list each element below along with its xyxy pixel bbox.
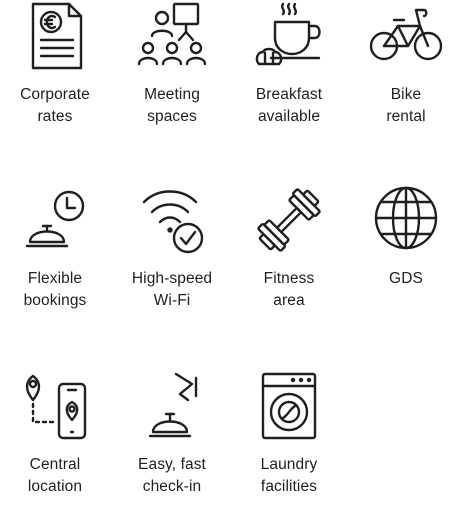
- central-location-icon: [19, 370, 91, 442]
- amenity-label: Bike rental: [386, 86, 426, 125]
- amenity-label: Laundry facilities: [260, 456, 318, 495]
- amenity-flexible-bookings: Flexible bookings: [0, 184, 111, 316]
- bike-icon: [369, 0, 443, 72]
- meeting-spaces-icon: [136, 0, 208, 72]
- fitness-icon: [253, 184, 325, 256]
- amenity-bike-rental: Bike rental: [350, 0, 462, 132]
- amenity-fitness: Fitness area: [233, 184, 345, 316]
- amenity-check-in: Easy, fast check-in: [116, 370, 228, 502]
- amenity-label: Corporate rates: [20, 86, 90, 125]
- amenity-gds: GDS: [350, 184, 462, 316]
- amenity-central-location: Central location: [0, 370, 111, 502]
- amenity-label: Breakfast available: [255, 86, 323, 125]
- corporate-rates-icon: [19, 0, 91, 72]
- amenity-label: Flexible bookings: [23, 270, 87, 309]
- amenity-corporate-rates: Corporate rates: [0, 0, 111, 132]
- amenity-wifi: High-speed Wi-Fi: [116, 184, 228, 316]
- check-in-bell-icon: [136, 370, 208, 442]
- gds-globe-icon: [370, 184, 442, 256]
- amenity-breakfast: Breakfast available: [233, 0, 345, 132]
- wifi-icon: [136, 184, 208, 256]
- flexible-bookings-icon: [19, 184, 91, 256]
- amenity-label: Easy, fast check-in: [138, 456, 206, 495]
- amenity-laundry: Laundry facilities: [233, 370, 345, 502]
- amenities-grid: Corporate rates Meeting spaces Breakfast…: [0, 0, 465, 515]
- amenity-label: High-speed Wi-Fi: [131, 270, 213, 309]
- amenity-label: Fitness area: [263, 270, 315, 309]
- amenity-meeting-spaces: Meeting spaces: [116, 0, 228, 132]
- amenity-label: Meeting spaces: [144, 86, 200, 125]
- laundry-icon: [253, 370, 325, 442]
- amenity-label: GDS: [389, 270, 423, 287]
- amenity-label: Central location: [27, 456, 83, 495]
- breakfast-icon: [253, 0, 325, 72]
